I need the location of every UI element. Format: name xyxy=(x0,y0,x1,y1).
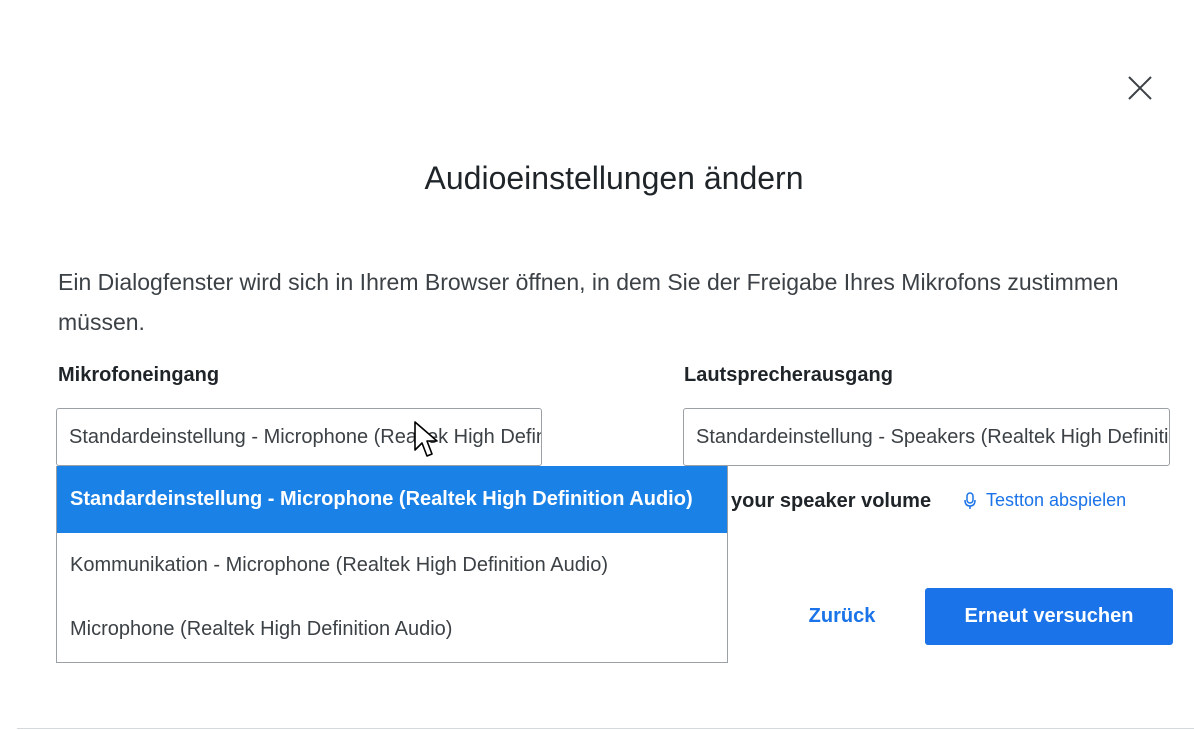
back-button[interactable]: Zurück xyxy=(790,588,894,644)
microphone-icon xyxy=(964,491,976,509)
speaker-label: Lautsprecherausgang xyxy=(684,364,893,386)
microphone-label: Mikrofoneingang xyxy=(58,364,220,386)
microphone-select-value: Standardeinstellung - Microphone (Realte… xyxy=(69,426,541,448)
test-tone-label: Testton abspielen xyxy=(986,490,1127,510)
footer-divider xyxy=(17,728,1194,729)
microphone-dropdown-list: Standardeinstellung - Microphone (Realte… xyxy=(56,466,728,663)
dropdown-option[interactable]: Kommunikation - Microphone (Realtek High… xyxy=(57,533,727,597)
dropdown-option[interactable]: Standardeinstellung - Microphone (Realte… xyxy=(57,466,727,533)
mouse-cursor-icon xyxy=(414,421,438,457)
close-button[interactable] xyxy=(1118,66,1162,110)
dropdown-option[interactable]: Microphone (Realtek High Definition Audi… xyxy=(57,597,727,661)
close-icon xyxy=(1128,76,1152,100)
speaker-volume-hint: your speaker volume xyxy=(731,490,932,512)
dialog-title: Audioeinstellungen ändern xyxy=(424,160,804,196)
test-tone-link[interactable]: Testton abspielen xyxy=(964,490,1126,511)
retry-button[interactable]: Erneut versuchen xyxy=(925,588,1173,645)
speaker-select[interactable]: Standardeinstellung - Speakers (Realtek … xyxy=(683,408,1170,466)
dialog-description: Ein Dialogfenster wird sich in Ihrem Bro… xyxy=(58,269,1119,335)
microphone-select[interactable]: Standardeinstellung - Microphone (Realte… xyxy=(56,408,542,466)
speaker-select-value: Standardeinstellung - Speakers (Realtek … xyxy=(696,426,1169,448)
